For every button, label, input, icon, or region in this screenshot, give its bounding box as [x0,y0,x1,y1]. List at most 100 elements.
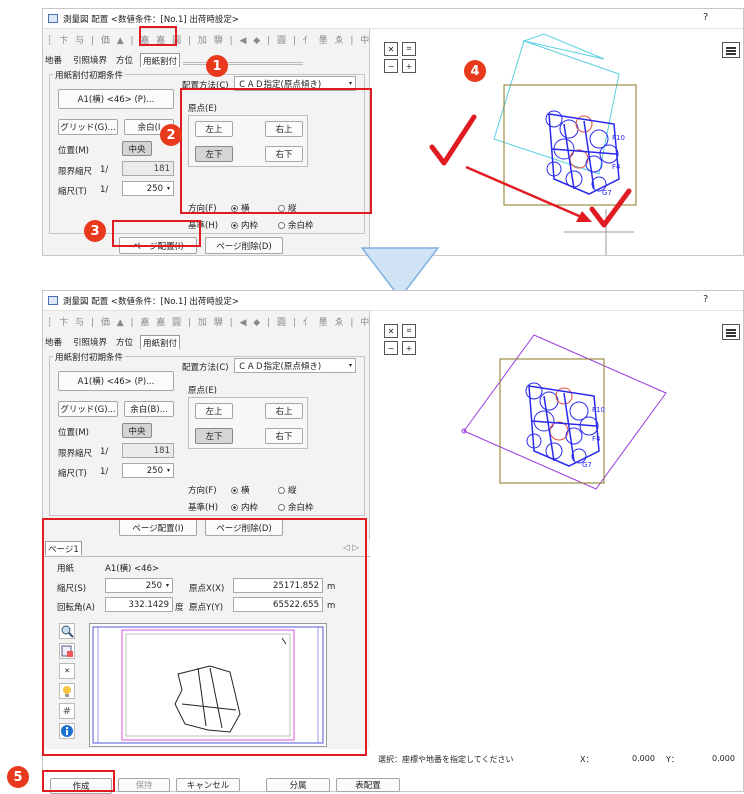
margin-button[interactable]: 余白(B)... [124,401,174,417]
page-nav-arrows[interactable]: ◁ ▷ [343,543,359,553]
scale-select[interactable]: 250 ▾ [122,181,174,196]
page-scale-label: 縮尺(S) [57,584,87,594]
scale-value: 250 [146,465,163,476]
origin-top-right-button[interactable]: 右上 [265,121,303,137]
fit-extent-icon[interactable]: ✕ [59,663,75,679]
grid-button[interactable]: グリッド(G)... [58,119,118,135]
layout-conditions-group: 用紙割付初期条件 A1(横) <46> (P)... グリッド(G)... 余白… [49,69,365,234]
page-scale-select[interactable]: 250 ▾ [105,578,173,593]
rotation-field[interactable]: 332.1429 [105,597,173,612]
limit-scale-field: 181 [122,161,174,176]
basis-inner-frame-radio[interactable]: 内枠 [231,501,258,513]
tab-paper-layout[interactable]: 用紙割付 [140,53,181,67]
scale-label: 縮尺(T) [58,187,87,197]
app-icon [48,296,58,305]
tab-strip: 地番 引照境界 方位 用紙割付 [43,334,370,350]
lightbulb-icon[interactable] [59,683,75,699]
tab-orientation[interactable]: 方位 [114,335,135,349]
page-place-button[interactable]: ページ配置(I) [119,237,197,254]
grid-button[interactable]: グリッド(G)... [58,401,118,417]
layout-method-value: ＣＡＤ指定(原点傾き) [238,79,322,90]
left-pane: ┆ 卞 与 | 価 ▲ | 嘉 嘉 圓 | 加 騨 | ◀ ◆ | 圓 | ⺅ … [43,311,385,749]
origin-x-unit: m [327,582,336,592]
direction-portrait-radio[interactable]: 縦 [278,484,297,496]
layout-method-select[interactable]: ＣＡＤ指定(原点傾き) ▾ [234,358,356,373]
origin-bottom-right-button[interactable]: 右下 [265,146,303,162]
origin-top-right-button[interactable]: 右上 [265,403,303,419]
origin-x-field[interactable]: 25171.852 [233,578,323,593]
direction-label: 方向(F) [188,486,217,496]
origin-x-label: 原点X(X) [189,584,225,594]
origin-bottom-left-button[interactable]: 左下 [195,146,233,162]
origin-label: 原点(E) [188,104,218,114]
cancel-button[interactable]: キャンセル [176,778,240,792]
origin-bottom-left-button[interactable]: 左下 [195,428,233,444]
origin-y-unit: m [327,601,336,611]
survey-points-cluster [525,382,600,467]
position-center-button[interactable]: 中央 [122,423,152,438]
basis-label: 基準(H) [188,221,219,231]
map-canvas[interactable]: F10 F4 G7 [374,311,744,611]
print-preview-icon[interactable] [59,643,75,659]
grid-icon[interactable]: # [59,703,75,719]
group-title: 用紙割付初期条件 [53,351,126,363]
position-center-button[interactable]: 中央 [122,141,152,156]
basis-margin-frame-radio[interactable]: 余白枠 [278,219,314,231]
origin-bottom-right-button[interactable]: 右下 [265,428,303,444]
origin-label: 原点(E) [188,386,218,396]
chevron-down-icon: ▾ [166,185,170,192]
tab-orientation[interactable]: 方位 [114,53,135,67]
position-label: 位置(M) [58,428,89,438]
page-delete-button[interactable]: ページ削除(D) [205,237,283,254]
tab-scroll-indicator [183,62,303,65]
info-icon[interactable] [59,723,75,739]
direction-portrait-radio[interactable]: 縦 [278,202,297,214]
origin-top-left-button[interactable]: 左上 [195,403,233,419]
direction-landscape-radio[interactable]: 横 [231,202,250,214]
map-label-f4: F4 [612,163,621,171]
hold-button: 保持 [118,778,170,792]
basis-label: 基準(H) [188,503,219,513]
map-canvas[interactable]: F10 F4 G7 [374,29,744,256]
page-place-button[interactable]: ページ配置(I) [119,519,197,536]
tab-paper-layout[interactable]: 用紙割付 [140,335,181,349]
page-paper-label: 用紙 [57,564,75,574]
origin-button-group: 左上 右上 左下 右下 [188,397,308,449]
tab-lot-number[interactable]: 地番 [43,335,64,349]
origin-top-left-button[interactable]: 左上 [195,121,233,137]
basis-inner-frame-radio[interactable]: 内枠 [231,219,258,231]
zoom-magnifier-icon[interactable] [59,623,75,639]
page-tab-divider [43,556,370,557]
tab-reference-boundary[interactable]: 引照境界 [71,53,109,67]
tab-reference-boundary[interactable]: 引照境界 [71,335,109,349]
scale-prefix: 1/ [100,185,109,195]
paper-size-button[interactable]: A1(横) <46> (P)... [58,89,174,109]
layout-method-label: 配置方法(C) [182,81,229,91]
layout-method-select[interactable]: ＣＡＤ指定(原点傾き) ▾ [234,76,356,91]
split-button[interactable]: 分属 [266,778,330,792]
tab-lot-number[interactable]: 地番 [43,53,64,67]
page-delete-button[interactable]: ページ削除(D) [205,519,283,536]
table-layout-button[interactable]: 表配置 [336,778,400,792]
origin-y-field[interactable]: 65522.655 [233,597,323,612]
chevron-down-icon: ▾ [166,467,170,474]
survey-points-cluster [545,110,620,195]
page-scale-value: 250 [145,580,162,591]
direction-landscape-radio[interactable]: 横 [231,484,250,496]
tab-page-1[interactable]: ページ1 [45,541,82,555]
page-preview [89,623,327,747]
scale-select[interactable]: 250 ▾ [122,463,174,478]
page-paper-value: A1(横) <46> [105,564,160,574]
map-pane: ✕ ⌗ − + F10 F4 G7 [374,311,743,749]
paper-size-button[interactable]: A1(横) <46> (P)... [58,371,174,391]
map-label-f10: F10 [612,134,625,142]
help-button[interactable]: ? [703,12,708,23]
basis-margin-frame-radio[interactable]: 余白枠 [278,501,314,513]
page-frame-rotated [463,334,667,490]
status-x-value: 0.000 [632,754,655,763]
badge-step-3: 3 [84,220,106,242]
help-button[interactable]: ? [703,294,708,305]
chevron-down-icon: ▾ [348,80,352,87]
group-title: 用紙割付初期条件 [53,69,126,81]
map-pane: ✕ ⌗ − + F10 F4 G7 [374,29,744,256]
